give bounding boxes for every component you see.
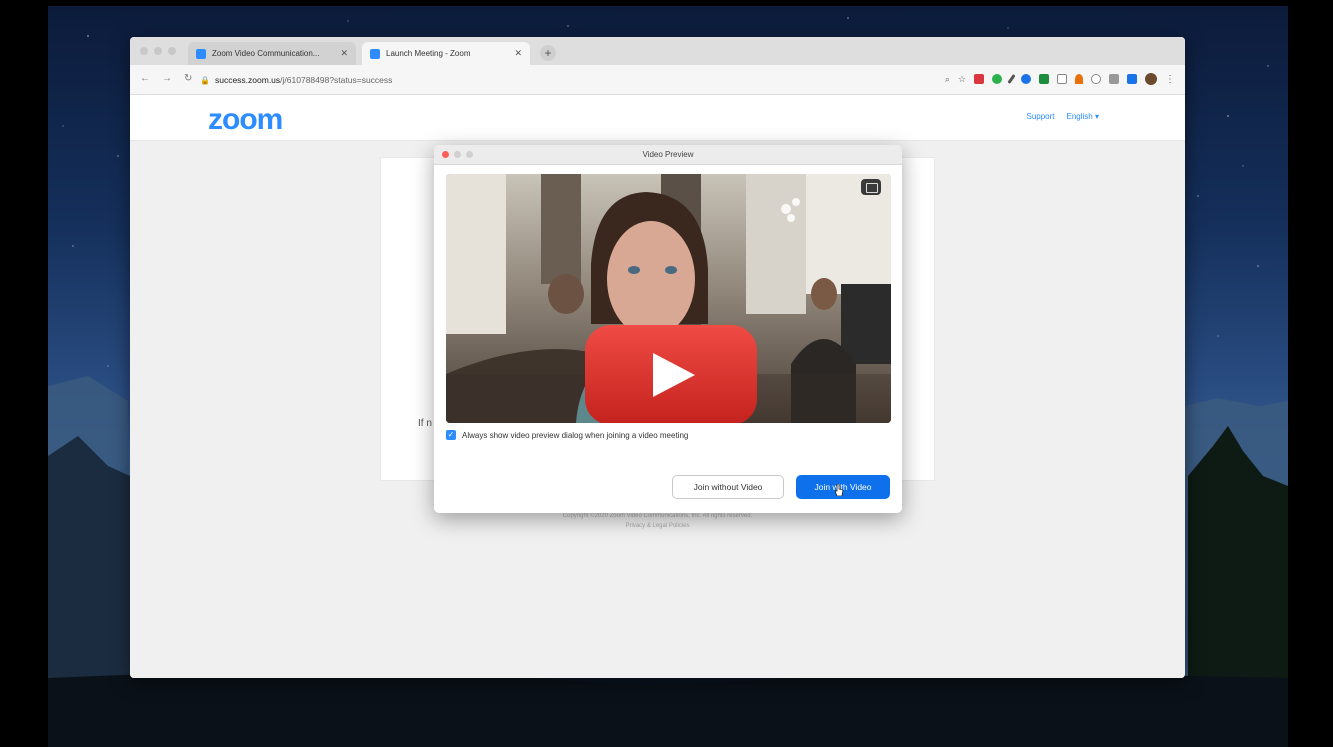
tab-title: Zoom Video Communication... xyxy=(212,49,320,58)
dialog-title-bar: Video Preview xyxy=(434,145,902,165)
url-field[interactable]: 🔒 success.zoom.us/j/610788498?status=suc… xyxy=(200,71,840,89)
language-dropdown[interactable]: English ▾ xyxy=(1067,112,1099,121)
extension-icon-green-square[interactable] xyxy=(1039,74,1049,84)
profile-avatar-icon[interactable] xyxy=(1145,73,1157,85)
lock-icon: 🔒 xyxy=(200,75,210,85)
checkbox-checked-icon[interactable]: ✓ xyxy=(446,430,456,440)
url-path: /j/610788498?status=success xyxy=(280,75,393,85)
extension-icon-green[interactable] xyxy=(992,74,1002,84)
address-bar: ← → ↻ 🔒 success.zoom.us/j/610788498?stat… xyxy=(130,65,1185,95)
extension-icon-red[interactable] xyxy=(974,74,984,84)
screenshot-frame: Zoom Video Communication... ✕ Launch Mee… xyxy=(0,0,1333,747)
zoom-favicon-icon xyxy=(370,48,380,59)
new-tab-button[interactable]: + xyxy=(540,45,556,61)
privacy-link[interactable]: Privacy & Legal Policies xyxy=(130,521,1185,531)
checkbox-label: Always show video preview dialog when jo… xyxy=(462,430,689,440)
extension-icon-blue-square[interactable] xyxy=(1127,74,1137,84)
video-preview-dialog: Video Preview ✓ Always show video previe… xyxy=(434,145,902,513)
hand-cursor-icon xyxy=(834,484,844,496)
extension-icon-gray[interactable] xyxy=(1109,74,1119,84)
support-link[interactable]: Support xyxy=(1026,112,1054,121)
extension-icon-outline[interactable] xyxy=(1057,74,1067,84)
youtube-play-icon[interactable] xyxy=(585,325,757,423)
window-controls[interactable] xyxy=(140,47,176,55)
reload-icon[interactable]: ↻ xyxy=(184,73,192,84)
tab-zoom-video-communications[interactable]: Zoom Video Communication... ✕ xyxy=(188,42,356,65)
navigation-buttons: ← → ↻ xyxy=(140,73,192,84)
zoom-logo[interactable]: zoom xyxy=(208,103,283,137)
zoom-header: zoom Support English ▾ xyxy=(130,95,1185,141)
extension-icon-triangle[interactable] xyxy=(1075,74,1083,84)
tab-bar: Zoom Video Communication... ✕ Launch Mee… xyxy=(130,37,1185,65)
close-tab-icon[interactable]: ✕ xyxy=(514,48,522,59)
bookmark-star-icon[interactable]: ☆ xyxy=(958,74,966,85)
menu-dots-icon[interactable]: ⋮ xyxy=(1165,74,1175,85)
extension-icon-refresh[interactable] xyxy=(1091,74,1101,84)
toggle-view-icon[interactable] xyxy=(861,179,881,195)
header-links: Support English ▾ xyxy=(1026,112,1099,121)
tab-title: Launch Meeting - Zoom xyxy=(386,49,471,58)
forward-icon[interactable]: → xyxy=(162,73,172,84)
tab-launch-meeting[interactable]: Launch Meeting - Zoom ✕ xyxy=(362,42,530,65)
url-host: success.zoom.us xyxy=(214,75,281,85)
join-without-video-button[interactable]: Join without Video xyxy=(672,475,784,499)
page-footer: Copyright ©2020 Zoom Video Communication… xyxy=(130,511,1185,531)
dialog-title: Video Preview xyxy=(642,150,694,159)
card-partial-text: If n xyxy=(418,418,432,429)
extension-icon-pen[interactable] xyxy=(1007,74,1016,84)
extension-icon-blue[interactable] xyxy=(1021,74,1031,84)
extension-icons: ⌕ ☆ ⋮ xyxy=(945,73,1175,85)
zoom-favicon-icon xyxy=(196,48,206,59)
zoom-page-icon[interactable]: ⌕ xyxy=(945,74,950,85)
back-icon[interactable]: ← xyxy=(140,73,150,84)
always-show-preview-row[interactable]: ✓ Always show video preview dialog when … xyxy=(446,430,688,440)
close-tab-icon[interactable]: ✕ xyxy=(340,48,348,59)
camera-preview xyxy=(446,174,891,423)
